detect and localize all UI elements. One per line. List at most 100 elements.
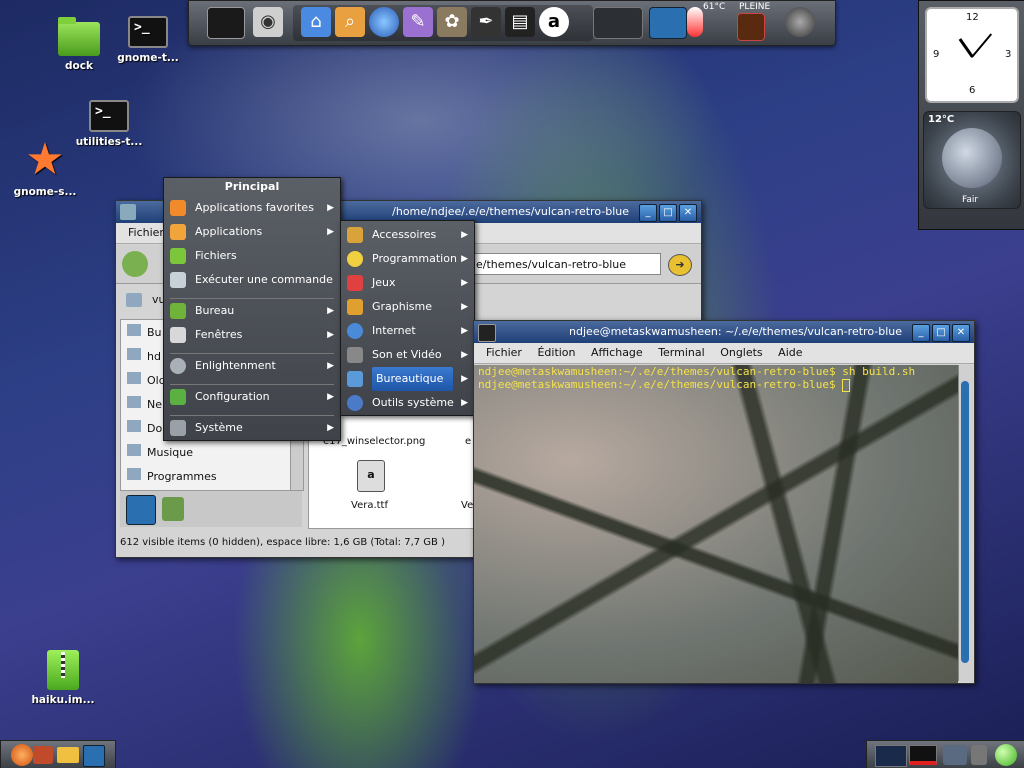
inkscape-icon[interactable]: ✒ [471,7,501,37]
menu-item-run-command[interactable]: Exécuter une commande [164,268,340,292]
sidebar-item[interactable]: hd [127,348,161,363]
drive-icon [127,324,141,336]
sidebar-item[interactable]: Bu [127,324,162,339]
status-bar: 612 visible items (0 hidden), espace lib… [120,537,445,548]
multimedia-icon [347,347,363,363]
start-menu-icon[interactable] [11,744,33,766]
window-icon[interactable] [83,745,105,767]
network-monitor-icon[interactable] [943,745,967,765]
minimize-button[interactable]: _ [912,324,930,342]
volume-icon[interactable] [785,7,815,37]
menu-item-enlightenment[interactable]: Enlightenment ▶ [164,354,340,378]
clock-number-12: 12 [966,12,979,23]
drive-button[interactable] [126,495,156,525]
folder-icon[interactable] [57,747,79,763]
menu-item-applications[interactable]: Applications ▶ [164,220,340,244]
menu-item-bureau[interactable]: Bureau ▶ [164,299,340,323]
video-icon[interactable]: ▤ [505,7,535,37]
gimp-icon[interactable]: ✿ [437,7,467,37]
terminal-scrollbar[interactable] [958,365,973,681]
minimize-button[interactable]: _ [639,204,657,222]
desktop-icon-gnome-terminal[interactable]: >_ gnome-t... [103,16,193,64]
location-field[interactable]: e/themes/vulcan-retro-blue [473,253,661,275]
menu-item-applications-favorites[interactable]: Applications favorites ▶ [164,196,340,220]
sidebar-item[interactable]: Do [127,420,162,435]
menu-aide[interactable]: Aide [778,346,802,359]
menu-item-configuration[interactable]: Configuration ▶ [164,385,340,409]
submenu-item-son-et-video[interactable]: Son et Vidéo ▶ [341,343,474,367]
submenu-item-bureautique[interactable]: Bureautique ▶ [341,367,474,391]
menu-separator [170,292,334,299]
green-ball-icon[interactable] [995,744,1017,766]
close-button[interactable]: ✕ [679,204,697,222]
submenu-item-graphisme[interactable]: Graphisme ▶ [341,295,474,319]
pidgin-icon[interactable]: ✎ [403,7,433,37]
submenu-item-internet[interactable]: Internet ▶ [341,319,474,343]
sidebar-item[interactable]: Musique [127,444,193,459]
submenu-item-accessoires[interactable]: Accessoires ▶ [341,223,474,247]
terminal-output[interactable]: ndjee@metaskwamusheen:~/.e/e/themes/vulc… [474,365,958,683]
menu-affichage[interactable]: Affichage [591,346,643,359]
terminal-app-icon[interactable] [478,324,496,342]
go-icon[interactable]: ➜ [668,254,692,276]
file-item[interactable]: e [465,436,471,447]
menu-item-systeme[interactable]: Système ▶ [164,416,340,440]
menu-separator [170,409,334,416]
home-folder-icon[interactable]: ⌂ [301,7,331,37]
weather-condition: Fair [962,195,979,205]
menu-edition[interactable]: Édition [537,346,575,359]
workspace-icon[interactable] [649,7,687,39]
chevron-right-icon: ▶ [461,398,468,408]
download-icon[interactable] [162,497,184,521]
folder-icon [58,17,100,56]
run-icon [170,272,186,288]
battery-icon [737,13,765,41]
submenu-item-programmation[interactable]: Programmation ▶ [341,247,474,271]
menu-onglets[interactable]: Onglets [720,346,762,359]
search-folder-icon[interactable]: ⌕ [335,7,365,37]
menu-separator [170,347,334,354]
programming-icon [347,251,363,267]
desk-switcher-icon[interactable] [593,7,643,39]
desktop-icon-haiku[interactable]: haiku.im... [18,650,108,706]
top-dock: ◉ ⌂ ⌕ ✎ ✿ ✒ ▤ a 61°C PLEINE [188,0,836,46]
menu-fichier[interactable]: Fichier [128,226,164,239]
accessories-icon [347,227,363,243]
chevron-right-icon: ▶ [461,278,468,288]
amarok-icon[interactable]: a [539,7,569,37]
network-icon[interactable] [33,746,53,764]
menu-fichier[interactable]: Fichier [486,346,522,359]
sidebar-item[interactable]: Old [127,372,166,387]
menu-item-fichiers[interactable]: Fichiers [164,244,340,268]
file-item[interactable]: Vera.ttf [351,500,388,511]
window-menu-icon[interactable] [120,204,136,220]
clock-face: 12 3 6 9 [925,7,1019,103]
close-button[interactable]: ✕ [952,324,970,342]
chevron-right-icon: ▶ [327,361,334,371]
terminal-line: ndjee@metaskwamusheen:~/.e/e/themes/vulc… [478,365,916,378]
graphics-icon [347,299,363,315]
bottom-left-panel [0,740,116,768]
weather-temperature: 12°C [928,114,955,125]
enlightenment-icon [170,358,186,374]
memory-graph-icon [909,745,937,765]
globe-icon[interactable] [369,7,399,37]
clock-number-9: 9 [933,49,940,60]
maximize-button[interactable]: □ [659,204,677,222]
terminal-titlebar[interactable]: ndjee@metaskwamusheen: ~/.e/e/themes/vul… [474,321,974,343]
desktop-icon-gnome-screenshot[interactable]: ★ gnome-s... [0,138,90,199]
camera-icon[interactable]: ◉ [253,7,283,37]
file-item[interactable]: Ve [461,500,473,511]
sidebar-item[interactable]: Ne [127,396,162,411]
sidebar-item[interactable]: Programmes [127,468,217,483]
chevron-right-icon: ▶ [461,254,468,264]
submenu-item-outils-systeme[interactable]: Outils système ▶ [341,391,474,415]
menu-terminal[interactable]: Terminal [658,346,705,359]
mixer-icon[interactable] [971,745,987,765]
monitor-icon[interactable] [207,7,245,39]
menu-item-fenetres[interactable]: Fenêtres ▶ [164,323,340,347]
maximize-button[interactable]: □ [932,324,950,342]
submenu-item-jeux[interactable]: Jeux ▶ [341,271,474,295]
scrollbar-thumb[interactable] [961,381,969,663]
back-icon[interactable] [122,251,148,277]
